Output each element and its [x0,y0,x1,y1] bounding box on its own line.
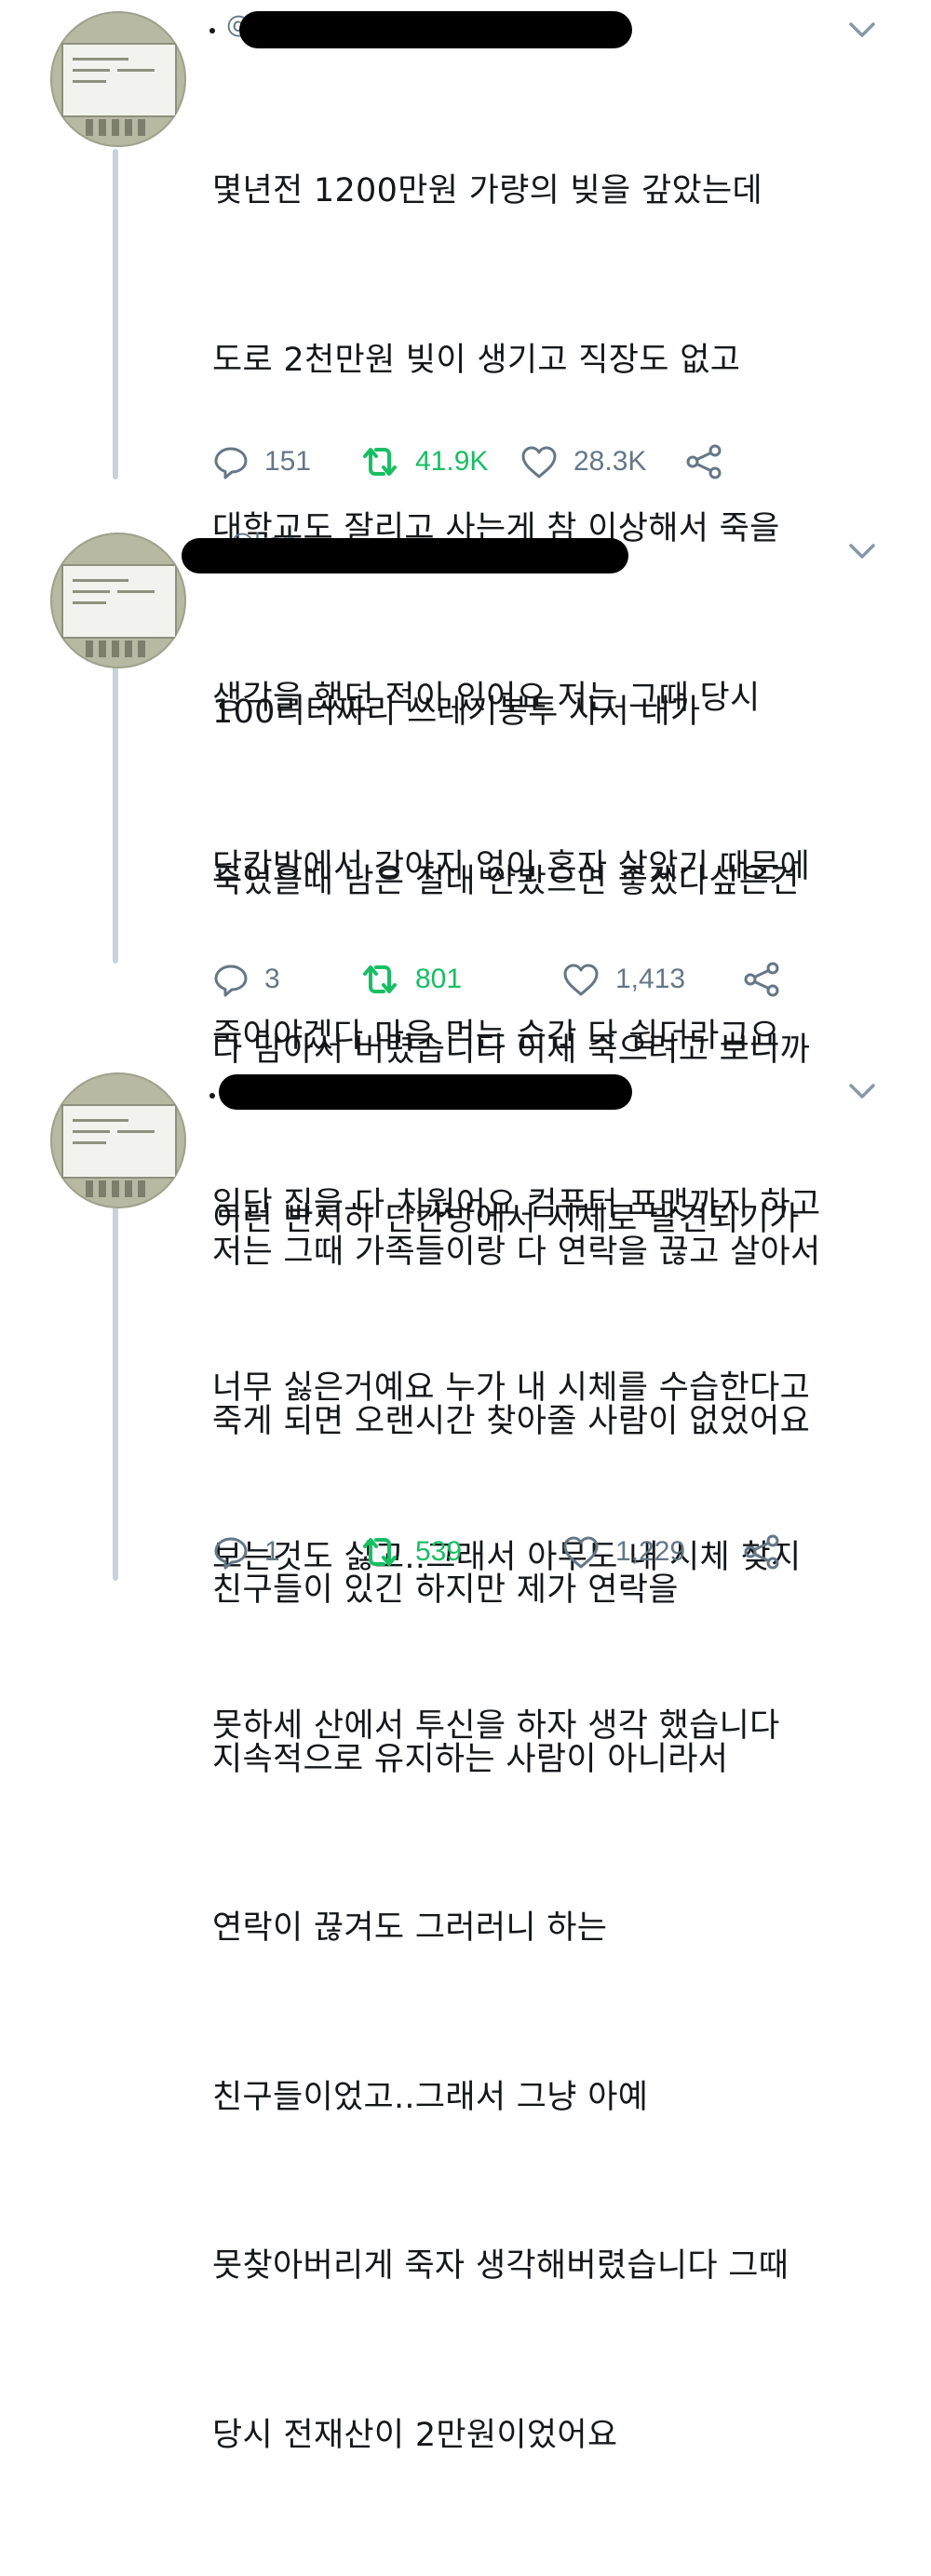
retweet-icon [363,448,397,476]
share-button[interactable] [741,1529,782,1575]
avatar[interactable] [50,533,186,668]
tweet-text: 저는 그때 가족들이랑 다 연락을 끊고 살아서 죽게 되면 오랜시간 찾아줄 … [212,1112,821,2576]
chevron-down-icon[interactable] [843,11,881,48]
tweet-line: 당시 전재산이 2만원이었어요 [212,2416,618,2454]
share-button[interactable] [683,438,724,485]
retweet-icon [363,965,397,993]
redaction-bar [182,538,628,573]
redaction-bar [219,1074,632,1110]
reply-count: 1 [264,1536,280,1567]
tweet-line: 100리터짜리 쓰레기봉투 사서 내가 [212,694,701,731]
tweet-line: 몇년전 1200만원 가량의 빚을 갚았는데 [212,172,762,209]
retweet-count: 801 [415,964,463,994]
share-icon [744,962,779,997]
heart-icon [563,964,599,996]
tweet-line: 친구들이었고..그래서 그냥 아예 [212,2078,649,2116]
reply-button[interactable]: 151 [212,438,311,485]
retweet-count: 539 [415,1536,463,1567]
like-count: 28.3K [573,446,647,477]
avatar-image [61,43,177,117]
avatar-image [61,1104,177,1179]
retweet-button[interactable]: 539 [359,1529,462,1575]
tweet-actions: 1 539 1,229 [212,1529,864,1575]
like-button[interactable]: 1,413 [561,956,685,1003]
retweet-count: 41.9K [415,446,489,477]
reply-button[interactable]: 3 [212,956,280,1003]
retweet-icon [363,1538,397,1566]
share-icon [744,1534,779,1570]
like-count: 1,229 [615,1536,686,1567]
tweet-line: 죽었을때 남은 절대 안봤으면 좋겠다싶은건 [212,862,800,900]
tweet-line: 도로 2천만원 빚이 생기고 직장도 없고 [212,341,741,379]
chevron-down-icon[interactable] [843,1072,881,1110]
chevron-down-icon[interactable] [843,533,881,570]
reply-icon [214,964,248,997]
avatar[interactable] [50,11,186,147]
retweet-button[interactable]: 41.9K [359,438,488,485]
avatar[interactable] [50,1072,186,1208]
tweet[interactable]: @kon 100리터짜리 쓰레기봉투 사서 내가 죽었을때 남은 절대 안봤으면… [0,529,931,1745]
reply-count: 151 [264,446,312,477]
like-button[interactable]: 1,229 [561,1529,685,1575]
reply-button[interactable]: 1 [212,1529,280,1575]
avatar-image [61,564,177,639]
tweet-actions: 151 41.9K 28.3K [212,438,864,485]
heart-icon [563,1536,599,1569]
redaction-bar [239,11,632,48]
share-button[interactable] [741,956,782,1003]
tweet-line: 못찾아버리게 죽자 생각해버렸습니다 그때 [212,2247,789,2285]
reply-count: 3 [264,964,280,994]
reply-icon [214,1537,248,1570]
retweet-button[interactable]: 801 [359,956,462,1003]
share-icon [686,444,722,479]
tweet-line: 지속적으로 유지하는 사람이 아니라서 [212,1740,729,1778]
tweet-line: 다 담아서 버렸습니다 이제 죽으려고 보니까 [212,1032,811,1069]
user-handle[interactable]: @ [209,1072,638,1110]
tweet[interactable]: @ 저는 그때 가족들이랑 다 연락을 끊고 살아서 죽게 되면 오랜시간 찾아… [0,1072,931,2454]
like-count: 1,413 [615,964,686,994]
user-handle[interactable]: @kon [182,529,675,573]
heart-icon [521,446,557,479]
tweet-line: 연락이 끊겨도 그러러니 하는 [212,1909,608,1947]
tweet-line: 죽게 되면 오랜시간 찾아줄 사람이 없었어요 [212,1402,811,1440]
tweet[interactable]: @ 몇년전 1200만원 가량의 빚을 갚았는데 도로 2천만원 빚이 생기고 … [0,11,931,1223]
reply-icon [214,447,248,479]
tweet-line: 저는 그때 가족들이랑 다 연락을 끊고 살아서 [212,1234,821,1271]
tweet-actions: 3 801 1,413 [212,956,864,1003]
user-handle[interactable]: @ [209,11,638,48]
like-button[interactable]: 28.3K [519,438,646,485]
